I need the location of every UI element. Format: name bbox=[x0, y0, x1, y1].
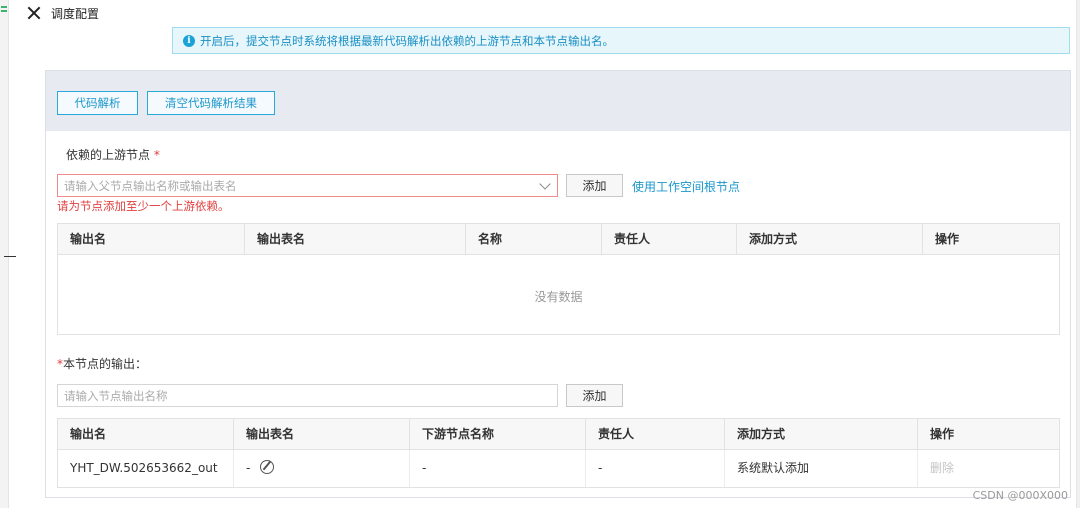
upstream-error-text: 请为节点添加至少一个上游依赖。 bbox=[57, 199, 230, 213]
column-header: 名称 bbox=[466, 224, 602, 255]
column-header: 操作 bbox=[935, 232, 960, 246]
column-header: 输出表名 bbox=[245, 224, 466, 255]
column-header: 输出表名 bbox=[234, 419, 410, 450]
panel-toolbar: 代码解析 清空代码解析结果 bbox=[46, 71, 1070, 131]
upstream-table-header: 输出名 输出表名 名称 责任人 添加方式 操作 bbox=[58, 224, 1059, 255]
output-table: 输出名 输出表名 下游节点名称 责任人 添加方式 操作 YHT_DW.50265… bbox=[57, 418, 1060, 488]
right-scroll-edge bbox=[1076, 0, 1080, 508]
output-add-button[interactable]: 添加 bbox=[566, 384, 623, 407]
dialog-title: 调度配置 bbox=[51, 6, 100, 21]
output-table-header: 输出名 输出表名 下游节点名称 责任人 添加方式 操作 bbox=[58, 419, 1059, 450]
downstream-cell: - bbox=[410, 450, 586, 487]
edit-icon[interactable] bbox=[260, 460, 275, 474]
output-label: *本节点的输出： bbox=[57, 355, 147, 372]
upstream-node-select[interactable]: 请输入父节点输出名称或输出表名 bbox=[57, 174, 558, 197]
left-gutter bbox=[0, 0, 9, 508]
upstream-select-placeholder: 请输入父节点输出名称或输出表名 bbox=[64, 178, 237, 193]
info-alert: i 开启后，提交节点时系统将根据最新代码解析出依赖的上游节点和本节点输出名。 bbox=[172, 27, 1070, 54]
column-header: 输出名 bbox=[58, 419, 234, 450]
column-header: 添加方式 bbox=[725, 419, 918, 450]
owner-cell: - bbox=[586, 450, 725, 487]
close-icon[interactable] bbox=[27, 6, 41, 20]
use-workspace-root-link[interactable]: 使用工作空间根节点 bbox=[632, 178, 740, 195]
upstream-label-text: 依赖的上游节点 bbox=[66, 148, 151, 162]
chevron-down-icon[interactable] bbox=[539, 177, 551, 190]
column-header: 输出名 bbox=[58, 224, 245, 255]
column-header: 添加方式 bbox=[737, 224, 923, 255]
code-parse-button[interactable]: 代码解析 bbox=[57, 91, 138, 115]
upstream-add-button[interactable]: 添加 bbox=[566, 174, 623, 197]
watermark: CSDN @000X000 bbox=[972, 489, 1068, 502]
schedule-panel: 代码解析 清空代码解析结果 依赖的上游节点 * 请输入父节点输出名称或输出表名 … bbox=[45, 70, 1071, 498]
upstream-label: 依赖的上游节点 * bbox=[66, 146, 160, 163]
column-header: 下游节点名称 bbox=[410, 419, 586, 450]
upstream-table: 输出名 输出表名 名称 责任人 添加方式 操作 没有数据 bbox=[57, 223, 1060, 335]
dialog-header: 调度配置 bbox=[18, 0, 1076, 26]
column-header: 操作 bbox=[930, 427, 955, 441]
gutter-dash bbox=[4, 256, 16, 257]
column-header: 责任人 bbox=[602, 224, 737, 255]
delete-button[interactable]: 删除 bbox=[918, 450, 1059, 487]
table-name-cell: - bbox=[234, 450, 410, 487]
clear-parse-result-button[interactable]: 清空代码解析结果 bbox=[147, 91, 275, 115]
empty-state-text: 没有数据 bbox=[534, 290, 583, 304]
gutter-marker bbox=[1, 10, 7, 12]
column-header: 责任人 bbox=[586, 419, 725, 450]
add-method-cell: 系统默认添加 bbox=[725, 450, 918, 487]
info-icon: i bbox=[183, 34, 195, 47]
table-name-value: - bbox=[246, 461, 251, 475]
gutter-marker bbox=[1, 6, 7, 8]
output-name-input[interactable]: 请输入节点输出名称 bbox=[57, 384, 558, 407]
output-name-cell: YHT_DW.502653662_out bbox=[58, 450, 234, 487]
info-text: 开启后，提交节点时系统将根据最新代码解析出依赖的上游节点和本节点输出名。 bbox=[200, 33, 614, 48]
required-mark: * bbox=[153, 148, 160, 162]
output-label-text: 本节点的输出： bbox=[63, 357, 148, 371]
